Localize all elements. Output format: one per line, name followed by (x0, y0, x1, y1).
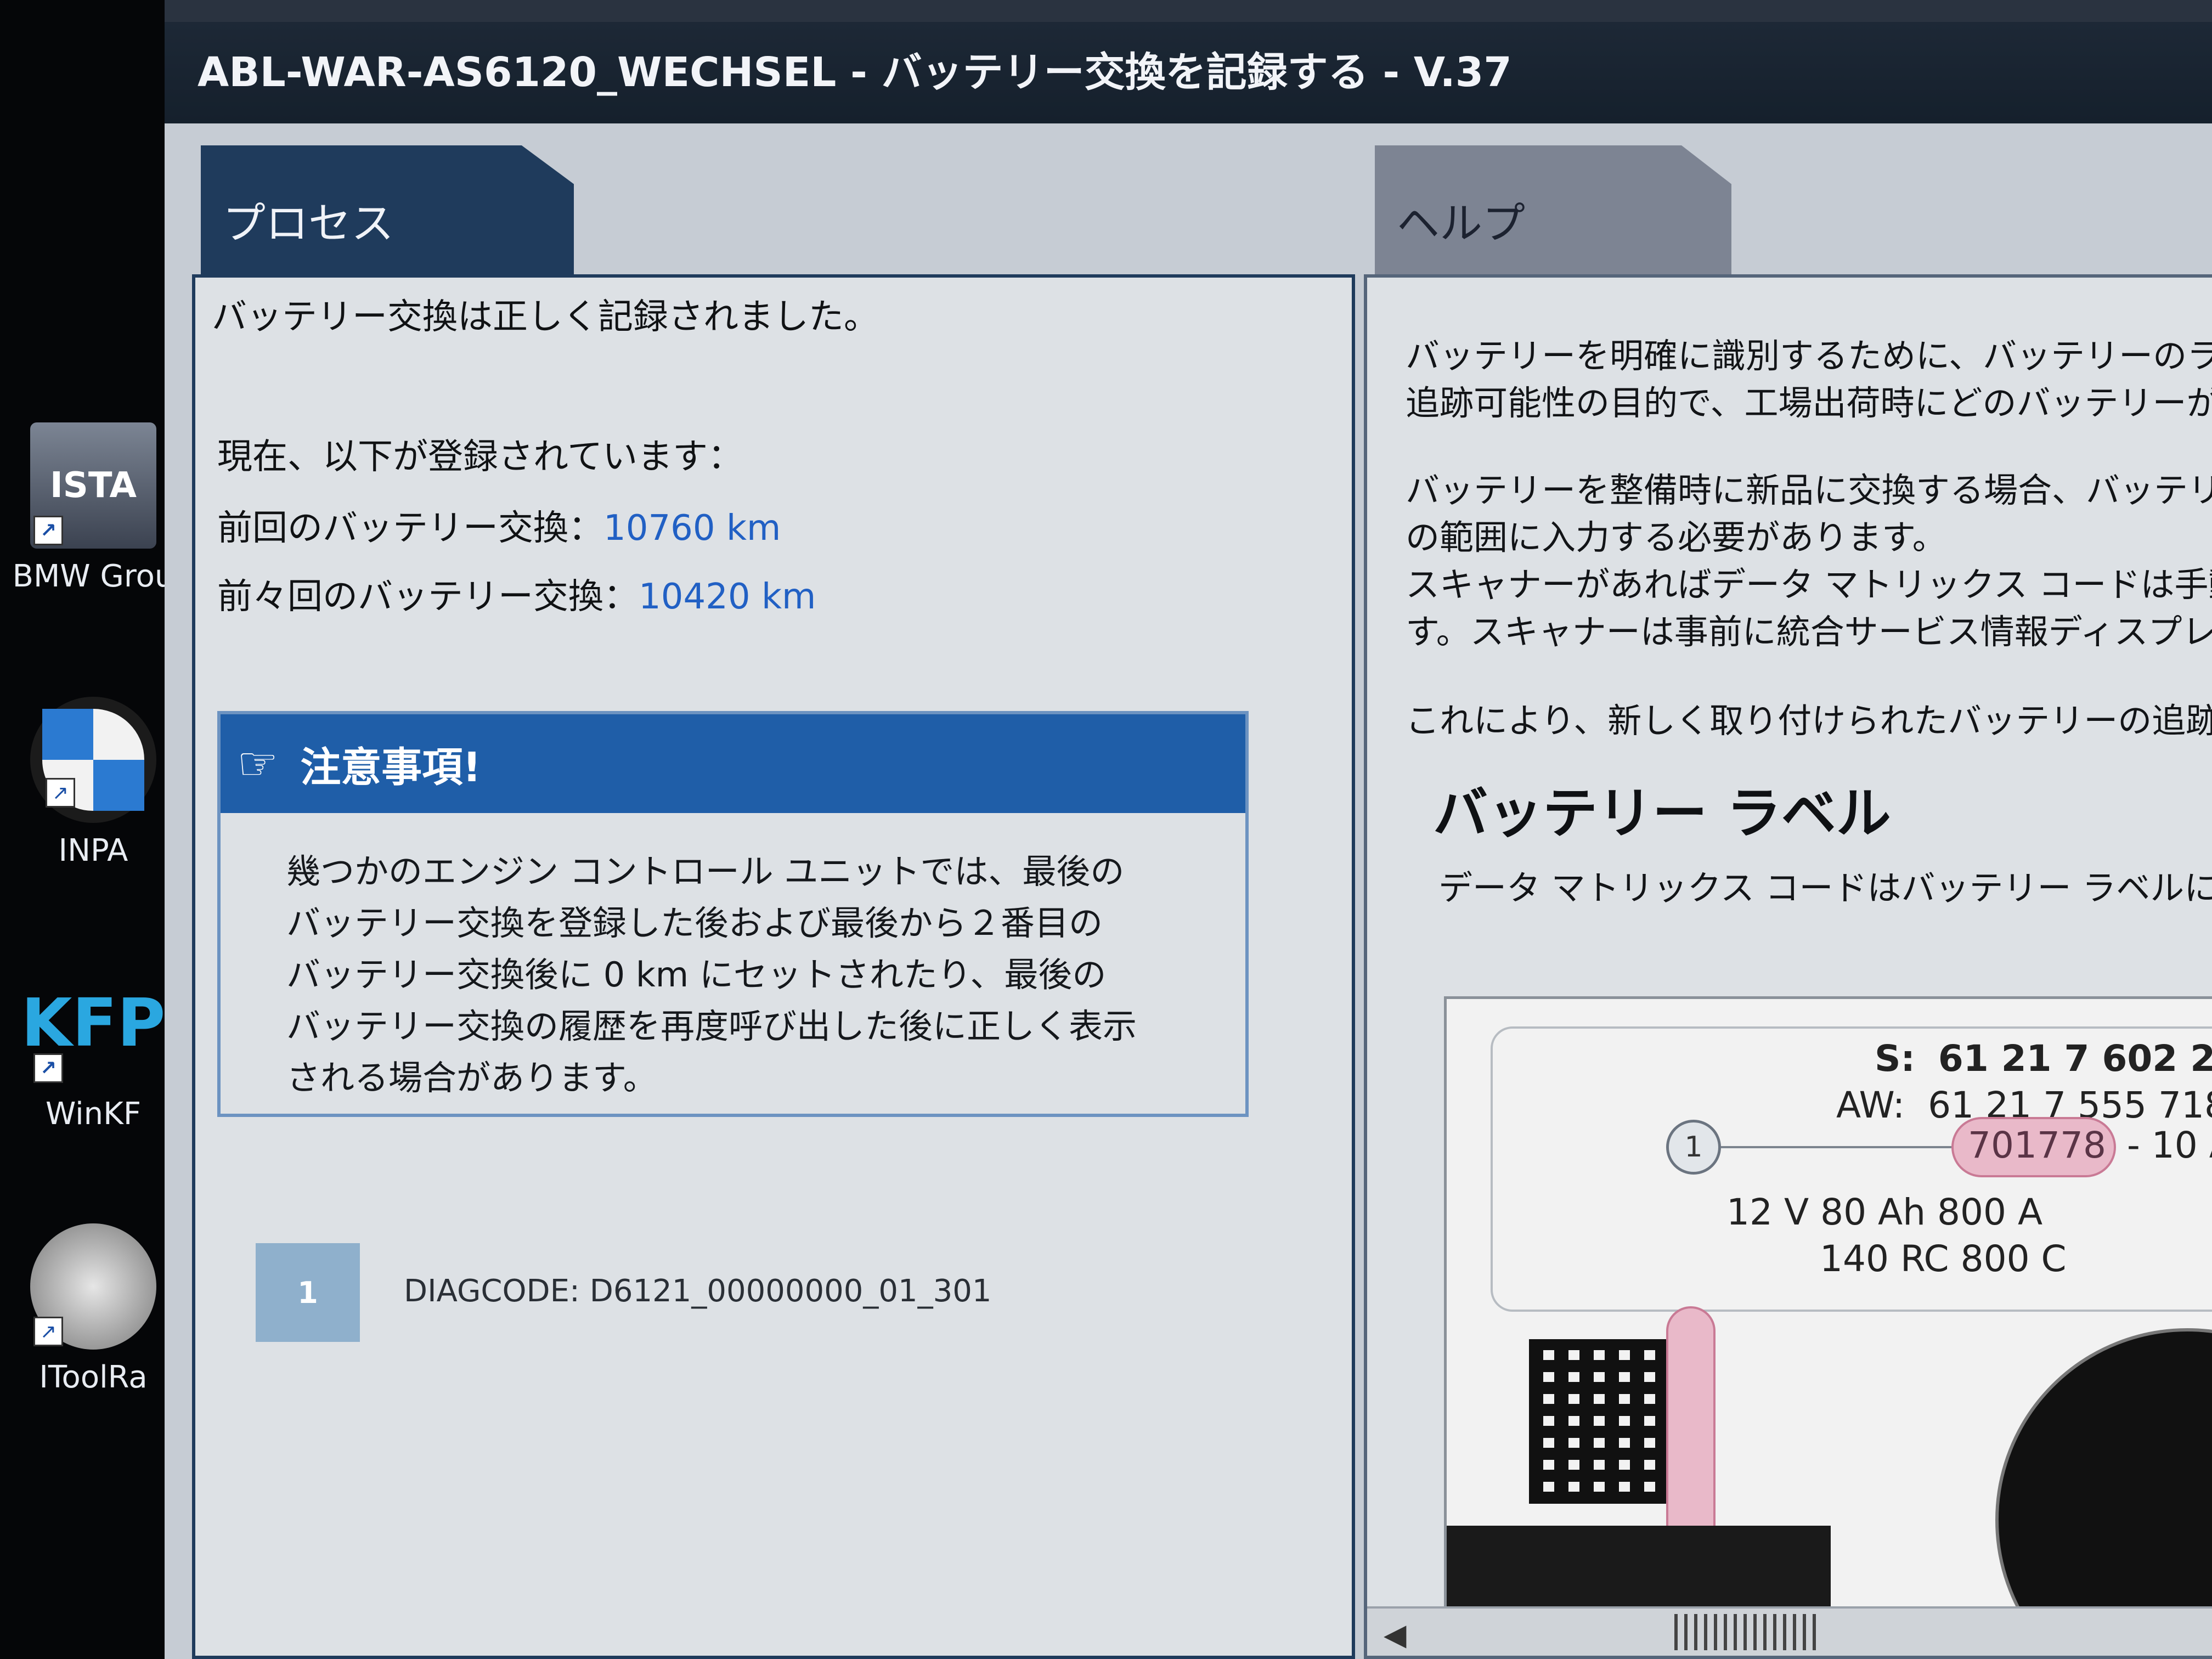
desktop-icon-winkfp[interactable]: KFP ↗ WinKF (0, 960, 187, 1132)
prev-change-label: 前々回のバッテリー交換： (217, 577, 639, 617)
shortcut-arrow-icon: ↗ (46, 778, 75, 808)
step-number-badge: 1 (256, 1243, 360, 1342)
desktop-icon-itoolradar[interactable]: ↗ IToolRa (0, 1223, 187, 1395)
window-title: ABL-WAR-AS6120_WECHSEL - バッテリー交換を記録する - … (165, 22, 2212, 123)
notice-line: バッテリー交換の履歴を再度呼び出した後に正しく表示 (286, 1006, 1137, 1046)
scroll-left-arrow-icon[interactable]: ◀ (1384, 1617, 1407, 1652)
last-battery-change: 前回のバッテリー交換：10760 km (217, 500, 781, 550)
notice-title: 注意事項! (300, 743, 482, 791)
process-panel: バッテリー交換は正しく記録されました。 現在、以下が登録されています： 前回のバ… (192, 274, 1355, 1659)
horizontal-scrollbar[interactable]: ◀ (1367, 1606, 2212, 1656)
label-specs-1: 12 V 80 Ah 800 A (1726, 1191, 2043, 1233)
shortcut-arrow-icon: ↗ (33, 1053, 63, 1083)
notice-line: 幾つかのエンジン コントロール ユニットでは、最後の (286, 851, 1125, 891)
itoolradar-icon: ↗ (30, 1223, 156, 1350)
last-change-value: 10760 km (603, 508, 781, 549)
help-text-line: の範囲に入力する必要があります。 (1406, 517, 1946, 557)
bmw-logo-icon: ↗ (30, 697, 156, 823)
prev-change-value: 10420 km (639, 577, 816, 617)
success-message: バッテリー交換は正しく記録されました。 (212, 297, 879, 337)
desktop-icon-ista[interactable]: ISTA ↗ BMW Grou (0, 422, 187, 594)
label-s-key: S: (1875, 1037, 1915, 1080)
tab-process[interactable]: プロセス (201, 145, 574, 274)
desktop-icon-label: INPA (58, 833, 128, 868)
help-text-line: す。スキャナーは事前に統合サービス情報ディスプレ (1406, 612, 2212, 652)
label-s-row: S: 61 21 7 602 226 (1875, 1037, 2212, 1080)
label-specs-2: 140 RC 800 C (1820, 1238, 2067, 1280)
label-s-value: 61 21 7 602 226 (1938, 1037, 2212, 1080)
desktop-icon-label: IToolRa (39, 1359, 148, 1395)
vehicle-info-strip (165, 0, 2212, 22)
tab-help[interactable]: ヘルプ (1375, 145, 1731, 274)
help-panel: バッテリーを明確に識別するために、バッテリーのラ 追跡可能性の目的で、工場出荷時… (1364, 274, 2212, 1659)
notice-line: バッテリー交換を登録した後および最後から２番目の (286, 903, 1103, 943)
registered-heading: 現在、以下が登録されています： (217, 437, 743, 477)
notice-line: される場合があります。 (286, 1058, 657, 1098)
label-suffix: - 10 AT (2127, 1124, 2212, 1166)
scrollbar-thumb[interactable] (1674, 1614, 1817, 1650)
help-text-line: これにより、新しく取り付けられたバッテリーの追跡 (1406, 701, 2212, 741)
help-text-line: バッテリーを明確に識別するために、バッテリーのラ (1406, 336, 2212, 376)
diagcode: DIAGCODE: D6121_00000000_01_301 (404, 1273, 992, 1309)
ista-window: ABL-WAR-AS6120_WECHSEL - バッテリー交換を記録する - … (165, 0, 2212, 1659)
notice-header: ☞ 注意事項! (221, 714, 1245, 813)
desktop-icon-inpa[interactable]: ↗ INPA (0, 697, 187, 868)
help-text-line: 追跡可能性の目的で、工場出荷時にどのバッテリーが (1406, 383, 2212, 423)
kfp-icon: KFP ↗ (21, 960, 165, 1086)
battery-label-caption: データ マトリックス コードはバッテリー ラベルに記 (1438, 868, 2212, 908)
shortcut-arrow-icon: ↗ (33, 1317, 63, 1346)
help-text-line: バッテリーを整備時に新品に交換する場合、バッテリ (1406, 470, 2212, 510)
pointing-hand-icon: ☞ (237, 737, 279, 791)
desktop-icon-label: BMW Grou (12, 558, 174, 594)
notice-box: ☞ 注意事項! 幾つかのエンジン コントロール ユニットでは、最後の バッテリー… (217, 711, 1249, 1117)
battery-label-illustration: S: 61 21 7 602 226 AW: 61 21 7 555 718 1… (1444, 996, 2212, 1656)
notice-line: バッテリー交換後に 0 km にセットされたり、最後の (286, 955, 1107, 995)
ista-icon: ISTA ↗ (30, 422, 156, 549)
label-highlight: 701778 (1968, 1124, 2106, 1166)
callout-line (1721, 1146, 1951, 1148)
callout-marker: 1 (1666, 1120, 1721, 1175)
help-text-line: スキャナーがあればデータ マトリックス コードは手動 (1406, 565, 2212, 605)
battery-label-heading: バッテリー ラベル (1433, 781, 1891, 845)
desktop-icon-label: WinKF (45, 1096, 142, 1132)
shortcut-arrow-icon: ↗ (33, 516, 63, 545)
previous-battery-change: 前々回のバッテリー交換：10420 km (217, 568, 816, 619)
notice-body: 幾つかのエンジン コントロール ユニットでは、最後の バッテリー交換を登録した後… (221, 813, 1245, 1104)
last-change-label: 前回のバッテリー交換： (217, 508, 603, 549)
label-aw-key: AW: (1836, 1084, 1905, 1126)
